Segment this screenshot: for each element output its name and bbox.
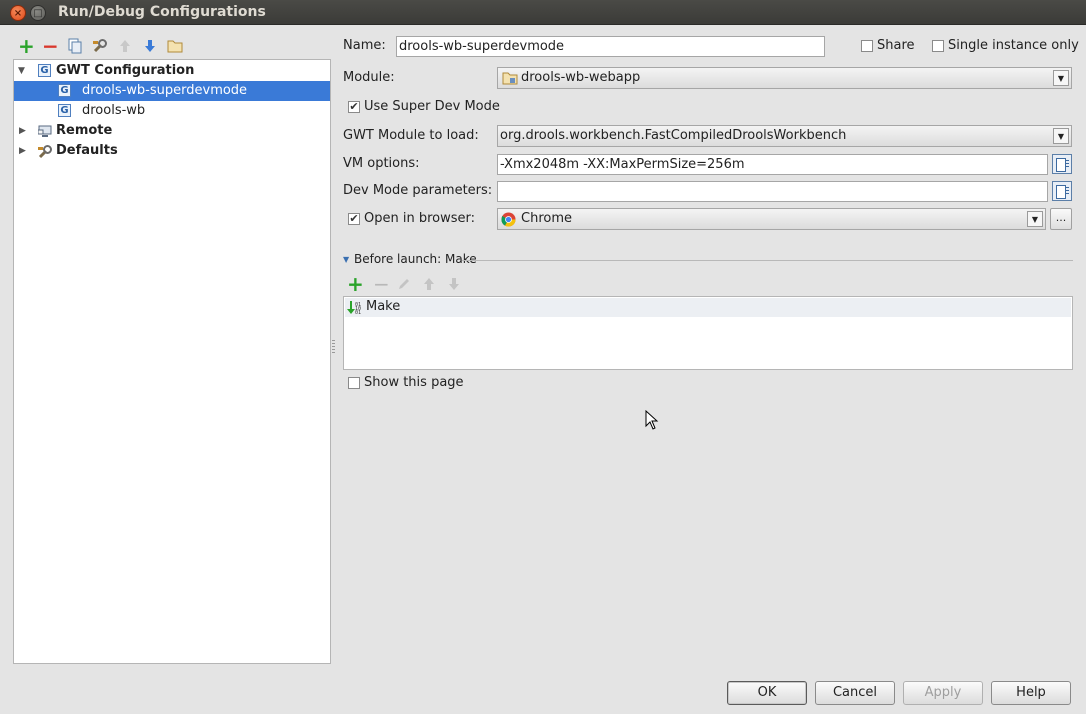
gwt-icon: G: [58, 84, 71, 97]
tree-item-label: drools-wb: [82, 103, 146, 118]
expand-editor-icon[interactable]: [1052, 154, 1072, 174]
browser-select[interactable]: Chrome ▼: [497, 208, 1046, 230]
chrome-icon: [501, 212, 516, 234]
window-title: Run/Debug Configurations: [58, 4, 266, 20]
cancel-button[interactable]: Cancel: [815, 681, 895, 705]
folder-icon[interactable]: [167, 38, 183, 54]
task-label: Make: [366, 299, 401, 314]
module-select[interactable]: drools-wb-webapp ▼: [497, 67, 1072, 89]
list-item[interactable]: 01 10 01 Make: [345, 298, 1071, 317]
remove-icon[interactable]: −: [42, 36, 59, 56]
ok-button[interactable]: OK: [727, 681, 807, 705]
title-bar: × □ Run/Debug Configurations: [0, 0, 1086, 25]
apply-button[interactable]: Apply: [903, 681, 983, 705]
remove-task-icon[interactable]: −: [373, 274, 390, 294]
section-divider: [462, 260, 1073, 261]
vm-options-input[interactable]: -Xmx2048m -XX:MaxPermSize=256m: [497, 154, 1048, 175]
browse-browser-button[interactable]: ...: [1050, 208, 1072, 230]
share-checkbox[interactable]: [861, 40, 873, 52]
make-build-icon: 01 10 01: [346, 300, 362, 319]
before-launch-task-list[interactable]: 01 10 01 Make: [343, 296, 1073, 370]
tree-node-gwt-configuration[interactable]: ▼ G GWT Configuration: [14, 61, 330, 81]
open-in-browser-checkbox[interactable]: ✔: [348, 213, 360, 225]
use-super-dev-mode-label[interactable]: Use Super Dev Mode: [364, 99, 500, 114]
collapsed-arrow-icon[interactable]: ▶: [19, 126, 29, 136]
show-this-page-label[interactable]: Show this page: [364, 375, 464, 390]
gwt-module-select[interactable]: org.drools.workbench.FastCompiledDroolsW…: [497, 125, 1072, 147]
tree-item-drools-wb[interactable]: G drools-wb: [14, 101, 330, 121]
copy-icon[interactable]: [67, 38, 83, 54]
move-up-icon[interactable]: [117, 38, 133, 54]
vm-options-label: VM options:: [343, 156, 420, 171]
close-window-icon[interactable]: ×: [10, 5, 26, 21]
dev-mode-parameters-input[interactable]: [497, 181, 1048, 202]
collapsed-arrow-icon[interactable]: ▶: [19, 146, 29, 156]
add-task-icon[interactable]: +: [347, 274, 364, 294]
name-input[interactable]: drools-wb-superdevmode: [396, 36, 825, 57]
tree-node-label: Remote: [56, 123, 113, 138]
show-this-page-checkbox[interactable]: [348, 377, 360, 389]
expand-editor-icon[interactable]: [1052, 181, 1072, 201]
move-down-icon[interactable]: [142, 38, 158, 54]
tree-node-label: GWT Configuration: [56, 63, 195, 78]
expanded-arrow-icon[interactable]: ▼: [18, 66, 28, 76]
tree-item-drools-wb-superdevmode[interactable]: G drools-wb-superdevmode: [14, 81, 330, 101]
module-folder-icon: [502, 71, 518, 92]
gwt-module-label: GWT Module to load:: [343, 128, 479, 143]
tree-node-label: Defaults: [56, 143, 118, 158]
collapse-triangle-icon[interactable]: ▼: [343, 255, 349, 264]
share-label[interactable]: Share: [877, 38, 915, 53]
wrench-icon[interactable]: [92, 38, 108, 54]
splitter-handle[interactable]: [332, 340, 335, 354]
chevron-down-icon[interactable]: ▼: [1027, 211, 1043, 227]
dev-mode-parameters-label: Dev Mode parameters:: [343, 183, 493, 198]
module-value: drools-wb-webapp: [521, 70, 641, 85]
gwt-icon: G: [38, 64, 51, 77]
name-label: Name:: [343, 38, 386, 53]
open-in-browser-label[interactable]: Open in browser:: [364, 211, 475, 226]
tree-node-remote[interactable]: ▶ Remote: [14, 121, 330, 141]
before-launch-header[interactable]: Before launch: Make: [354, 252, 477, 266]
chevron-down-icon[interactable]: ▼: [1053, 70, 1069, 86]
chevron-down-icon[interactable]: ▼: [1053, 128, 1069, 144]
svg-text:01: 01: [355, 310, 361, 315]
use-super-dev-mode-checkbox[interactable]: ✔: [348, 101, 360, 113]
wrench-icon: [37, 144, 53, 167]
single-instance-label[interactable]: Single instance only: [948, 38, 1079, 53]
tree-node-defaults[interactable]: ▶ Defaults: [14, 141, 330, 161]
browser-value: Chrome: [521, 211, 572, 226]
maximize-window-icon[interactable]: □: [30, 5, 46, 21]
add-icon[interactable]: +: [18, 36, 35, 56]
move-task-up-icon[interactable]: [422, 277, 436, 295]
gwt-icon: G: [58, 104, 71, 117]
move-task-down-icon[interactable]: [447, 277, 461, 295]
gwt-module-value: org.drools.workbench.FastCompiledDroolsW…: [500, 128, 847, 143]
tree-item-label: drools-wb-superdevmode: [82, 83, 248, 98]
mouse-cursor-icon: [645, 409, 659, 434]
help-button[interactable]: Help: [991, 681, 1071, 705]
configuration-tree[interactable]: ▼ G GWT Configuration G drools-wb-superd…: [13, 59, 331, 664]
module-label: Module:: [343, 70, 395, 85]
single-instance-checkbox[interactable]: [932, 40, 944, 52]
edit-task-icon[interactable]: [397, 277, 411, 295]
